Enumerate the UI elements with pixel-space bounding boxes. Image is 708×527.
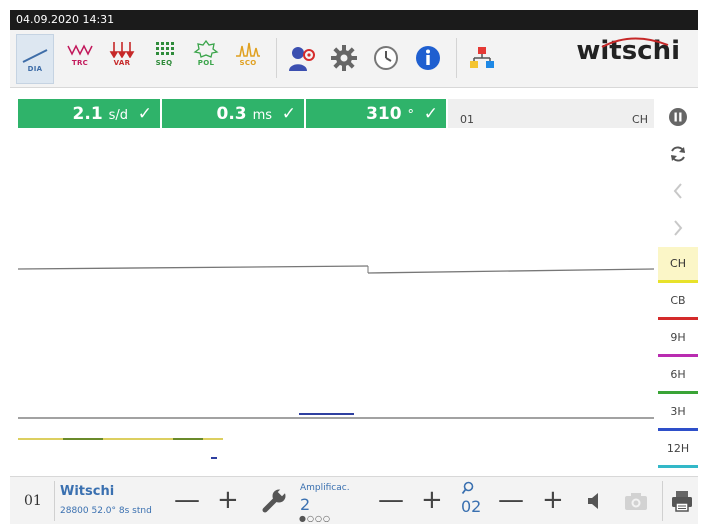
bottom-bar: 01 Witschi 28800 52.0° 8s stnd — + Ampli… [10, 476, 698, 524]
beat-error-value: 0.3 [216, 103, 247, 124]
tool-seq[interactable]: SEQ [144, 40, 184, 80]
amplification-dots: ●○○○ [299, 514, 331, 523]
toolbar: DIA TRC VAR SEQ POL SCO witschi [10, 30, 698, 88]
tool-var[interactable]: VAR [102, 40, 142, 80]
amplification-plus-button[interactable]: + [421, 485, 443, 515]
trace-icon [67, 44, 93, 56]
watch-name[interactable]: Witschi [60, 484, 114, 499]
network-button[interactable] [462, 44, 502, 84]
title-bar: 04.09.2020 14:31 [10, 10, 698, 30]
amplitude-indicator: 310 ° ✓ [306, 99, 446, 128]
user-button[interactable] [282, 44, 322, 84]
bottom-divider [662, 481, 663, 521]
tool-dia[interactable]: DIA [16, 34, 54, 84]
witschi-logo: witschi [576, 36, 680, 66]
position-cb[interactable]: CB [658, 284, 698, 320]
printer-icon [672, 491, 692, 512]
pause-button[interactable] [658, 99, 698, 135]
speaker-icon [588, 493, 598, 509]
tools-button[interactable] [256, 483, 292, 519]
tool-trc-label: TRC [71, 59, 89, 67]
wrench-icon [262, 487, 287, 513]
beat-error-indicator: 0.3 ms ✓ [162, 99, 304, 128]
check-icon: ✓ [423, 103, 438, 124]
check-icon: ✓ [281, 103, 296, 124]
tool-trc[interactable]: TRC [60, 40, 100, 80]
amplification-minus-button[interactable]: — [378, 485, 404, 515]
gear-icon [331, 45, 357, 71]
network-icon [470, 47, 494, 68]
diagram-icon [22, 48, 48, 63]
rate-value-group: 2.1 s/d [73, 104, 128, 124]
datetime: 04.09.2020 14:31 [16, 13, 115, 26]
info-position: CH [632, 113, 648, 126]
zoom-plus-button[interactable]: + [542, 485, 564, 515]
amplitude-value: 310 [366, 103, 402, 124]
info-icon [416, 46, 440, 70]
position-ch[interactable]: CH [658, 247, 698, 283]
camera-button[interactable] [618, 483, 654, 519]
amplification-label: Amplificac. [300, 483, 350, 493]
check-icon: ✓ [137, 103, 152, 124]
print-button[interactable] [666, 483, 698, 519]
rate-indicator: 2.1 s/d ✓ [18, 99, 160, 128]
variation-icon [109, 42, 135, 58]
rate-unit: s/d [108, 107, 128, 123]
chevron-left-icon [673, 183, 682, 199]
position-9h[interactable]: 9H [658, 321, 698, 357]
sequence-icon [156, 42, 174, 55]
beat-error-unit: ms [252, 107, 272, 123]
position-3h[interactable]: 3H [658, 395, 698, 431]
next-button[interactable] [658, 210, 698, 246]
clock-button[interactable] [366, 44, 406, 84]
position-12h[interactable]: 12H [658, 432, 698, 468]
sound-button[interactable] [576, 483, 612, 519]
refresh-button[interactable] [658, 136, 698, 172]
info-button[interactable] [408, 44, 448, 84]
tool-sco-label: SCO [239, 59, 257, 67]
settings-button[interactable] [324, 44, 364, 84]
previous-button[interactable] [658, 173, 698, 209]
camera-icon [625, 493, 647, 510]
position-6h[interactable]: 6H [658, 358, 698, 394]
toolbar-divider [456, 38, 457, 78]
trace-line [367, 268, 654, 274]
beat-error-value-group: 0.3 ms [217, 104, 272, 124]
pause-icon [669, 108, 687, 126]
bottom-divider [54, 481, 55, 521]
info-strip: 01 CH [448, 99, 654, 128]
diagram-plot [18, 265, 654, 459]
tool-seq-label: SEQ [155, 59, 173, 67]
zoom-minus-button[interactable]: — [498, 485, 524, 515]
zoom-value: 02 [461, 497, 482, 516]
scope-icon [236, 42, 260, 57]
amplitude-unit: ° [407, 107, 415, 123]
tool-pol[interactable]: POL [186, 40, 226, 80]
polar-icon [193, 40, 219, 58]
refresh-icon [671, 146, 685, 162]
toolbar-divider [276, 38, 277, 78]
clock-icon [374, 46, 398, 70]
zoom-icon [461, 481, 474, 495]
chevron-right-icon [674, 220, 683, 236]
watch-minus-button[interactable]: — [174, 485, 200, 515]
tool-dia-label: DIA [27, 64, 43, 73]
amplification-value: 2 [300, 495, 311, 514]
watch-details: 28800 52.0° 8s stnd [60, 506, 152, 516]
rate-value: 2.1 [72, 103, 103, 124]
logo-arc-icon [601, 37, 669, 48]
watch-plus-button[interactable]: + [217, 485, 239, 515]
measurement-id: 01 [24, 493, 42, 509]
info-measurement-id: 01 [460, 113, 474, 126]
user-settings-icon [289, 47, 315, 71]
tool-var-label: VAR [113, 59, 131, 67]
tool-pol-label: POL [197, 59, 215, 67]
tool-sco[interactable]: SCO [228, 40, 268, 80]
amplitude-value-group: 310 ° [366, 104, 414, 124]
trace-line [18, 265, 369, 270]
